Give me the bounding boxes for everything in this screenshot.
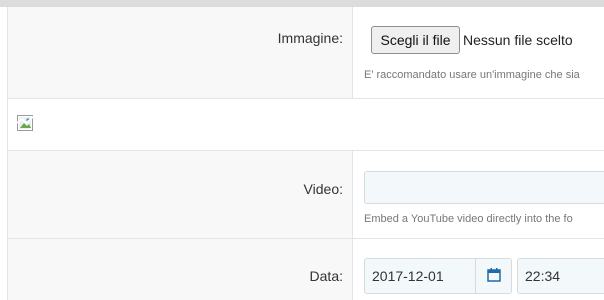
image-label-cell: Immagine: — [8, 7, 353, 98]
time-input[interactable]: 22:34 — [517, 258, 604, 294]
video-hint: Embed a YouTube video directly into the … — [364, 213, 573, 225]
date-row: Data: 2017-12-01 22:34 — [8, 239, 604, 300]
settings-form: Immagine: Scegli il file Nessun file sce… — [7, 7, 604, 300]
video-label: Video: — [303, 181, 343, 197]
video-row: Video: Embed a YouTube video directly in… — [8, 151, 604, 239]
date-label-cell: Data: — [8, 239, 353, 300]
video-url-input[interactable] — [364, 171, 604, 204]
image-label: Immagine: — [277, 30, 343, 46]
image-preview-row — [8, 99, 604, 151]
time-value: 22:34 — [525, 268, 561, 284]
file-status: Nessun file scelto — [463, 32, 573, 48]
calendar-icon — [487, 268, 501, 282]
calendar-button[interactable] — [475, 259, 511, 293]
video-label-cell: Video: — [8, 151, 353, 238]
broken-image-icon — [17, 115, 34, 131]
date-value: 2017-12-01 — [372, 268, 444, 284]
choose-file-button[interactable]: Scegli il file — [371, 26, 460, 54]
image-row: Immagine: Scegli il file Nessun file sce… — [8, 7, 604, 99]
image-hint: E' raccomandato usare un'immagine che si… — [364, 69, 580, 81]
date-label: Data: — [309, 268, 343, 284]
date-input[interactable]: 2017-12-01 — [364, 258, 512, 294]
top-strip — [0, 0, 604, 7]
